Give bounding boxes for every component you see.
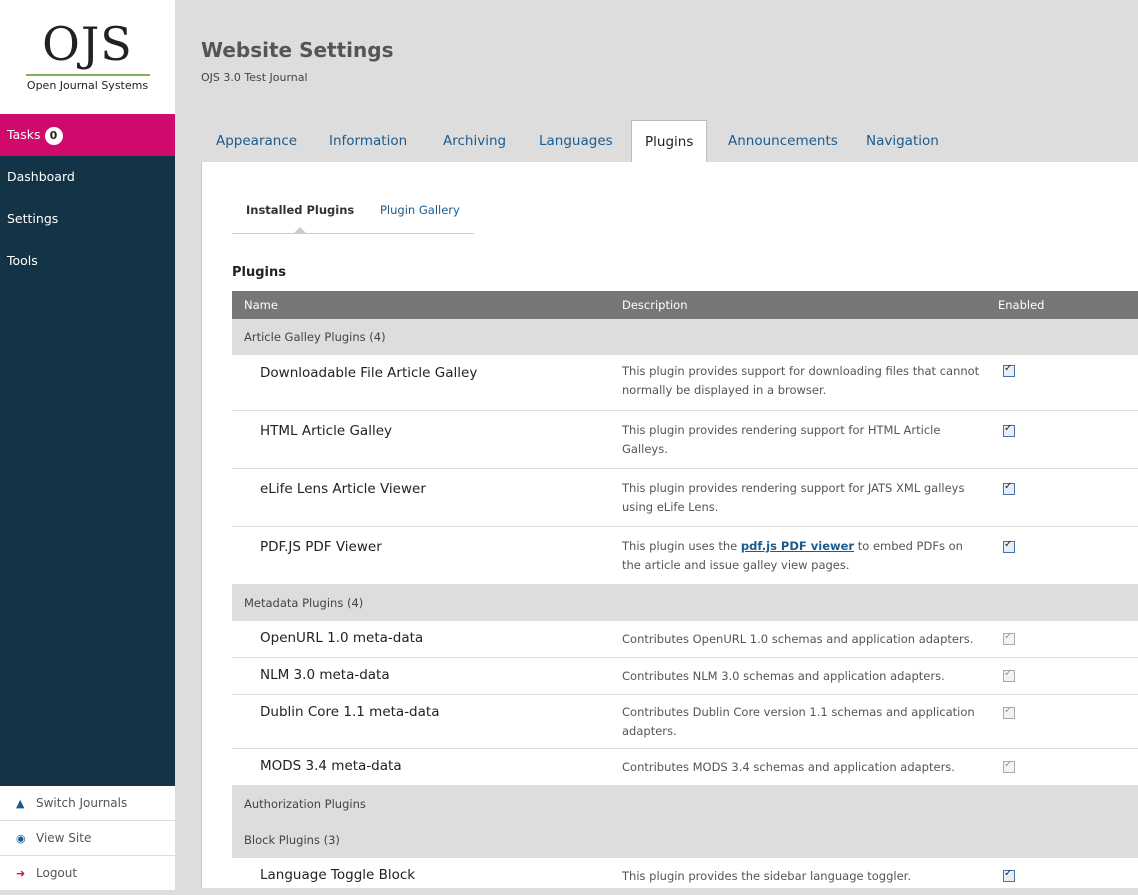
table-row[interactable]: PDF.JS PDF Viewer This plugin uses the p… xyxy=(232,527,1138,585)
group-block[interactable]: Block Plugins (3) xyxy=(232,822,1138,858)
tab-information[interactable]: Information xyxy=(329,120,407,162)
plugin-description: This plugin uses the pdf.js PDF viewer t… xyxy=(622,537,982,575)
pdfjs-viewer-link[interactable]: pdf.js PDF viewer xyxy=(741,539,854,553)
enabled-checkbox xyxy=(1003,759,1015,773)
enabled-checkbox xyxy=(1003,668,1015,682)
eye-icon: ◉ xyxy=(16,832,26,845)
plugin-name: Dublin Core 1.1 meta-data xyxy=(260,704,440,720)
view-site-link[interactable]: ◉ View Site xyxy=(0,821,175,856)
table-row[interactable]: NLM 3.0 meta-data Contributes NLM 3.0 sc… xyxy=(232,658,1138,695)
main-nav: Tasks 0 Dashboard Settings Tools xyxy=(0,114,175,786)
logo-divider xyxy=(25,74,150,76)
active-subtab-caret xyxy=(294,227,306,233)
tab-announcements[interactable]: Announcements xyxy=(728,120,838,162)
view-site-label: View Site xyxy=(36,831,92,845)
enabled-checkbox[interactable] xyxy=(1003,481,1015,495)
group-article-galley[interactable]: Article Galley Plugins (4) xyxy=(232,319,1138,355)
plugin-description: Contributes Dublin Core version 1.1 sche… xyxy=(622,705,975,738)
section-title: Plugins xyxy=(232,265,286,280)
plugin-description: Contributes MODS 3.4 schemas and applica… xyxy=(622,760,955,774)
table-row[interactable]: OpenURL 1.0 meta-data Contributes OpenUR… xyxy=(232,621,1138,658)
tasks-label: Tasks xyxy=(7,127,41,142)
sign-out-icon: ➜ xyxy=(16,867,26,880)
subtab-plugin-gallery[interactable]: Plugin Gallery xyxy=(380,203,460,217)
plugin-name: eLife Lens Article Viewer xyxy=(260,481,426,497)
logo-mark: OJS xyxy=(42,17,133,71)
plugin-name: NLM 3.0 meta-data xyxy=(260,667,390,683)
plugin-description: Contributes OpenURL 1.0 schemas and appl… xyxy=(622,632,974,646)
plugin-name: MODS 3.4 meta-data xyxy=(260,758,402,774)
plugin-name: Downloadable File Article Galley xyxy=(260,365,478,381)
journal-name: OJS 3.0 Test Journal xyxy=(201,71,308,84)
nav-item-settings[interactable]: Settings xyxy=(0,198,175,240)
desc-text-pre: This plugin uses the xyxy=(622,539,741,553)
table-row[interactable]: eLife Lens Article Viewer This plugin pr… xyxy=(232,469,1138,527)
plugin-description: This plugin provides the sidebar languag… xyxy=(622,869,911,883)
group-metadata[interactable]: Metadata Plugins (4) xyxy=(232,585,1138,621)
enabled-checkbox[interactable] xyxy=(1003,868,1015,882)
table-row[interactable]: HTML Article Galley This plugin provides… xyxy=(232,411,1138,469)
plugin-description: This plugin provides support for downloa… xyxy=(622,364,980,397)
sidebar: OJS Open Journal Systems Tasks 0 Dashboar… xyxy=(0,0,175,891)
enabled-checkbox[interactable] xyxy=(1003,363,1015,377)
tab-appearance[interactable]: Appearance xyxy=(216,120,297,162)
plugin-description: This plugin provides rendering support f… xyxy=(622,481,965,514)
header-name: Name xyxy=(244,298,278,312)
page-header: Website Settings OJS 3.0 Test Journal xyxy=(175,0,1138,114)
header-enabled: Enabled xyxy=(998,298,1045,312)
plugins-panel: Installed Plugins Plugin Gallery Plugins… xyxy=(201,162,1138,895)
switch-journals-link[interactable]: ▲ Switch Journals xyxy=(0,786,175,821)
utility-links: ▲ Switch Journals ◉ View Site ➜ Logout xyxy=(0,786,175,891)
plugin-description: Contributes NLM 3.0 schemas and applicat… xyxy=(622,669,945,683)
logout-link[interactable]: ➜ Logout xyxy=(0,856,175,891)
table-row[interactable]: MODS 3.4 meta-data Contributes MODS 3.4 … xyxy=(232,749,1138,786)
plugin-name: OpenURL 1.0 meta-data xyxy=(260,630,424,646)
switch-journals-label: Switch Journals xyxy=(36,796,128,810)
nav-item-tasks[interactable]: Tasks 0 xyxy=(0,114,175,156)
logo-subtitle: Open Journal Systems xyxy=(26,79,149,92)
subtab-installed-plugins[interactable]: Installed Plugins xyxy=(246,203,354,217)
enabled-checkbox[interactable] xyxy=(1003,539,1015,553)
tasks-count-badge: 0 xyxy=(44,126,63,145)
table-row[interactable]: Downloadable File Article Galley This pl… xyxy=(232,355,1138,411)
tab-navigation[interactable]: Navigation xyxy=(866,120,939,162)
page-title: Website Settings xyxy=(201,38,394,62)
tab-languages[interactable]: Languages xyxy=(539,120,613,162)
group-authorization[interactable]: Authorization Plugins xyxy=(232,786,1138,822)
plugin-name: PDF.JS PDF Viewer xyxy=(260,539,382,555)
table-row[interactable]: Language Toggle Block This plugin provid… xyxy=(232,858,1138,895)
plugins-table: Name Description Enabled Article Galley … xyxy=(232,291,1138,895)
table-row[interactable]: Dublin Core 1.1 meta-data Contributes Du… xyxy=(232,695,1138,749)
plugin-subtabs: Installed Plugins Plugin Gallery xyxy=(232,191,474,234)
ojs-logo[interactable]: OJS Open Journal Systems xyxy=(0,0,175,114)
tab-archiving[interactable]: Archiving xyxy=(443,120,506,162)
plugin-name: Language Toggle Block xyxy=(260,867,416,883)
table-header: Name Description Enabled xyxy=(232,291,1138,319)
sitemap-icon: ▲ xyxy=(16,797,25,810)
logout-label: Logout xyxy=(36,866,78,880)
plugin-name: HTML Article Galley xyxy=(260,423,392,439)
nav-item-dashboard[interactable]: Dashboard xyxy=(0,156,175,198)
plugin-description: This plugin provides rendering support f… xyxy=(622,423,941,456)
header-description: Description xyxy=(622,298,688,312)
tab-plugins[interactable]: Plugins xyxy=(631,120,708,164)
enabled-checkbox[interactable] xyxy=(1003,423,1015,437)
nav-item-tools[interactable]: Tools xyxy=(0,240,175,282)
enabled-checkbox xyxy=(1003,705,1015,719)
enabled-checkbox xyxy=(1003,631,1015,645)
